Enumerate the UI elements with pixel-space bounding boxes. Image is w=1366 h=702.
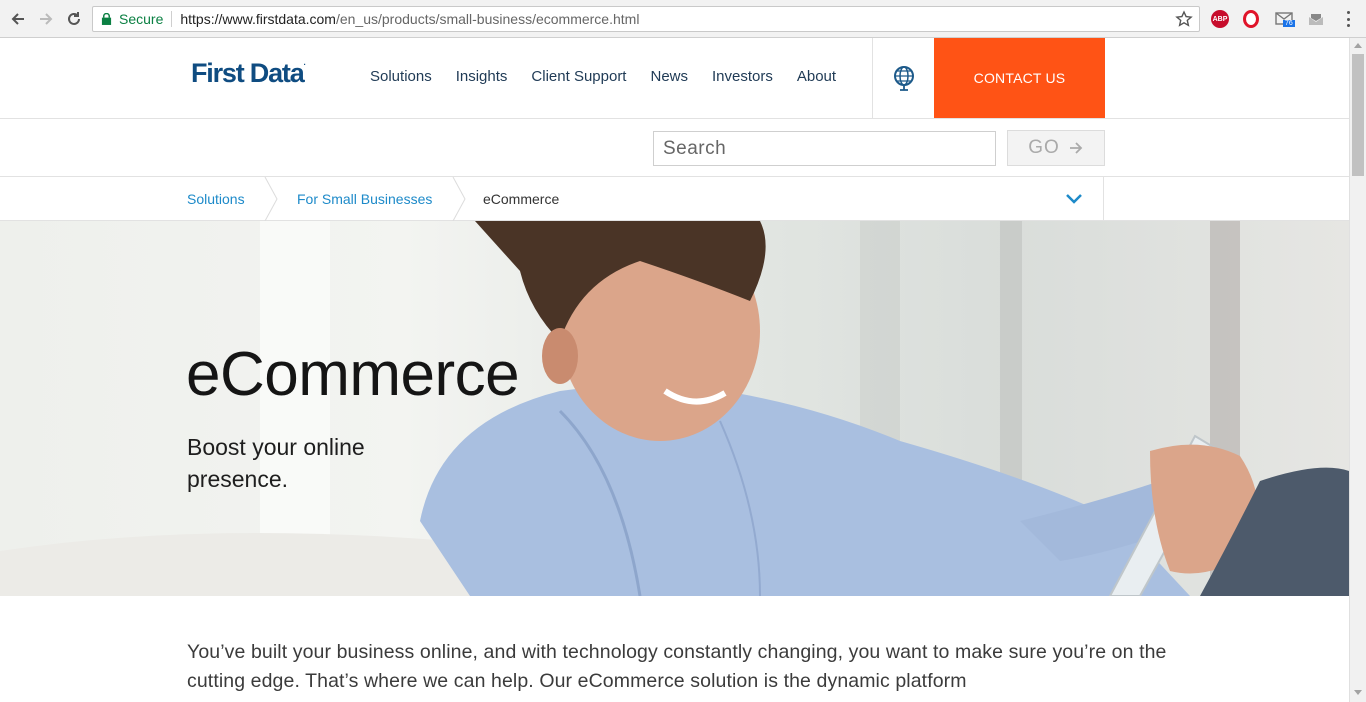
back-button[interactable] (8, 9, 28, 29)
breadcrumb-separator (452, 177, 466, 221)
main-nav: Solutions Insights Client Support News I… (370, 68, 860, 85)
search-bar: GO (0, 119, 1349, 177)
breadcrumb-solutions[interactable]: Solutions (187, 191, 245, 207)
secure-label: Secure (119, 11, 164, 27)
browser-toolbar: Secure https://www.firstdata.com/en_us/p… (0, 0, 1366, 38)
opera-icon[interactable] (1243, 10, 1259, 28)
inbox-icon[interactable] (1307, 10, 1325, 28)
mail-badge: 76 (1283, 20, 1295, 27)
bookmark-star-icon[interactable] (1175, 10, 1193, 28)
reload-icon (68, 12, 80, 25)
language-selector[interactable] (872, 38, 934, 118)
hero-banner: eCommerce Boost your online presence. (0, 221, 1349, 596)
chevron-down-icon (1066, 194, 1082, 204)
arrow-right-icon (1069, 142, 1083, 154)
arrow-right-icon (40, 13, 53, 25)
nav-insights[interactable]: Insights (456, 68, 508, 85)
nav-investors[interactable]: Investors (712, 68, 773, 85)
nav-news[interactable]: News (650, 68, 688, 85)
breadcrumb-dropdown[interactable] (1062, 187, 1086, 211)
globe-icon (893, 66, 914, 91)
url-path: /en_us/products/small-business/ecommerce… (335, 11, 640, 27)
first-data-logo[interactable]: First Data. (191, 58, 306, 89)
contact-us-button[interactable]: CONTACT US (934, 38, 1105, 118)
adblock-plus-icon[interactable]: ABP (1211, 10, 1229, 28)
page-scrollbar[interactable] (1349, 38, 1366, 702)
breadcrumb-current: eCommerce (483, 191, 560, 207)
breadcrumb-separator (264, 177, 278, 221)
go-button[interactable]: GO (1007, 130, 1105, 166)
breadcrumb-small-business[interactable]: For Small Businesses (297, 191, 432, 207)
scroll-down-icon[interactable] (1354, 690, 1362, 695)
site-header: First Data. Solutions Insights Client Su… (0, 38, 1349, 119)
logo-text: First Data (191, 58, 305, 88)
web-page: First Data. Solutions Insights Client Su… (0, 38, 1349, 702)
address-divider (171, 11, 173, 27)
lock-icon (101, 13, 113, 26)
nav-about[interactable]: About (797, 68, 836, 85)
address-bar[interactable]: Secure https://www.firstdata.com/en_us/p… (92, 6, 1200, 32)
nav-solutions[interactable]: Solutions (370, 68, 432, 85)
hero-title: eCommerce (186, 340, 520, 409)
url-host: https://www.firstdata.com (180, 11, 336, 27)
arrow-left-icon (11, 13, 24, 25)
mail-checker-icon[interactable]: 76 (1275, 10, 1295, 28)
scrollbar-thumb[interactable] (1352, 54, 1364, 176)
breadcrumb: Solutions For Small Businesses eCommerce (0, 177, 1349, 221)
adblock-label: ABP (1212, 15, 1228, 23)
breadcrumb-divider (1103, 177, 1104, 221)
search-input[interactable] (653, 131, 996, 166)
hero-subtitle: Boost your online presence. (187, 434, 365, 492)
forward-button[interactable] (36, 9, 56, 29)
nav-client-support[interactable]: Client Support (531, 68, 626, 85)
browser-menu-icon[interactable] (1342, 10, 1354, 28)
reload-button[interactable] (64, 9, 84, 29)
intro-paragraph: You’ve built your business online, and w… (187, 641, 1167, 692)
go-label: GO (1028, 137, 1060, 158)
logo-mark: . (303, 58, 306, 67)
scroll-up-icon[interactable] (1354, 43, 1362, 48)
